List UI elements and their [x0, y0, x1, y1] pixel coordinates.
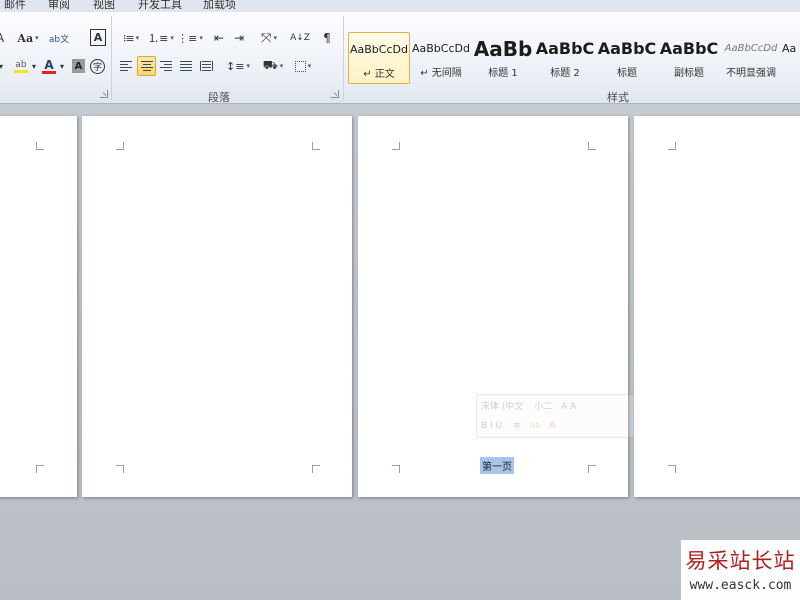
mini-center-icon[interactable]: ≡	[513, 421, 521, 431]
chinese-layout-icon: ⤧	[261, 30, 272, 46]
justify-button[interactable]	[178, 56, 194, 76]
highlight-color-swatch	[14, 69, 28, 73]
decrease-indent-button[interactable]: ⇤	[210, 28, 228, 48]
shading-button[interactable]: ⛟ ▾	[260, 56, 286, 76]
justify-icon	[180, 61, 192, 71]
character-border-button[interactable]: A	[90, 29, 106, 46]
show-formatting-marks-button[interactable]: ¶	[318, 28, 336, 48]
mini-font-name[interactable]: 宋体 (中文	[481, 402, 523, 412]
bullet-list-icon: ⁝≡	[122, 31, 135, 45]
tab-add-ins[interactable]: 加载项	[203, 0, 236, 12]
font-color-icon: A	[44, 57, 54, 72]
character-shading-button[interactable]: A	[72, 59, 85, 73]
tab-view[interactable]: 视图	[93, 0, 115, 12]
style-title[interactable]: AaBbC 标题	[596, 32, 658, 84]
corner-mark	[392, 465, 400, 473]
mini-format-buttons[interactable]: B I U	[481, 421, 502, 431]
multilevel-list-icon: ⋮≡	[177, 31, 198, 45]
styles-group-label: 样式	[607, 91, 629, 104]
corner-mark	[588, 465, 596, 473]
tab-developer[interactable]: 开发工具	[138, 0, 182, 12]
mini-font-size[interactable]: 小二	[534, 402, 552, 412]
distributed-button[interactable]	[198, 56, 214, 76]
corner-mark	[392, 142, 400, 150]
style-more[interactable]: Aa	[782, 32, 800, 84]
corner-mark	[36, 465, 44, 473]
numbered-list-icon: ⒈≡	[148, 32, 169, 45]
phonetic-guide-button[interactable]: ab文	[48, 28, 70, 48]
font-dialog-launcher[interactable]	[100, 90, 108, 98]
document-page[interactable]	[0, 116, 77, 497]
increase-indent-icon: ⇥	[233, 31, 245, 45]
chevron-down-icon[interactable]: ▾	[0, 56, 6, 76]
mini-font-color-icon[interactable]: A	[550, 421, 556, 431]
corner-mark	[668, 142, 676, 150]
paint-bucket-icon: ⛟	[262, 58, 278, 72]
document-page[interactable]	[82, 116, 352, 497]
align-left-icon	[120, 61, 132, 71]
mini-highlighter-icon[interactable]: ab	[529, 421, 540, 431]
decrease-indent-icon: ⇤	[213, 31, 225, 45]
font-color-button[interactable]: A	[40, 56, 58, 76]
font-color-swatch	[42, 70, 56, 74]
ribbon-tab-bar: 邮件 审阅 视图 开发工具 加载项	[0, 0, 800, 12]
numbering-button[interactable]: ⒈≡ ▾	[148, 28, 174, 48]
corner-mark	[116, 465, 124, 473]
chinese-layout-button[interactable]: ⤧ ▾	[256, 28, 282, 48]
align-right-button[interactable]	[158, 56, 174, 76]
style-subtitle[interactable]: AaBbC 副标题	[658, 32, 720, 84]
style-normal[interactable]: AaBbCcDd ↵ 正文	[348, 32, 410, 84]
style-heading-2[interactable]: AaBbC 标题 2	[534, 32, 596, 84]
tab-mailings[interactable]: 邮件	[4, 0, 26, 12]
pilcrow-icon: ¶	[323, 31, 331, 45]
highlight-color-button[interactable]: ab	[10, 56, 32, 76]
style-heading-1[interactable]: AaBb 标题 1	[472, 32, 534, 84]
mini-grow-font-icon[interactable]: A A	[561, 402, 576, 412]
align-center-icon	[140, 61, 153, 71]
chevron-down-icon[interactable]: ▾	[58, 56, 66, 76]
corner-mark	[312, 142, 320, 150]
align-center-button[interactable]	[137, 56, 156, 76]
watermark-title: 易采站长站	[685, 549, 796, 573]
enclose-characters-button[interactable]: 字	[90, 59, 105, 74]
paragraph-dialog-launcher[interactable]	[331, 90, 339, 98]
chevron-down-icon: ▾	[35, 34, 39, 42]
selected-text[interactable]: 第一页	[480, 457, 514, 474]
corner-mark	[668, 465, 676, 473]
align-left-button[interactable]	[118, 56, 134, 76]
corner-mark	[116, 142, 124, 150]
style-subtle-emphasis[interactable]: AaBbCcDd 不明显强调	[720, 32, 782, 84]
borders-button[interactable]: ▾	[290, 56, 316, 76]
tab-review[interactable]: 审阅	[48, 0, 70, 12]
document-page[interactable]: 宋体 (中文 小二 A A B I U ≡ ab A 第一页	[358, 116, 652, 497]
multilevel-list-button[interactable]: ⋮≡ ▾	[177, 28, 203, 48]
ribbon: A Aa▾ ab文 A ▾ ab ▾ A ▾ A 字 ⁝≡▾ ⒈≡▾ ⋮≡▾ ⇤…	[0, 12, 800, 104]
corner-mark	[588, 142, 596, 150]
grow-font-button[interactable]: A	[0, 28, 6, 48]
style-no-spacing[interactable]: AaBbCcDd ↵ 无间隔	[410, 32, 472, 84]
bullets-button[interactable]: ⁝≡ ▾	[118, 28, 144, 48]
distributed-icon	[199, 61, 213, 71]
chevron-down-icon[interactable]: ▾	[30, 56, 38, 76]
sort-button[interactable]: A↓Z	[290, 28, 310, 48]
increase-indent-button[interactable]: ⇥	[230, 28, 248, 48]
paragraph-group-label: 段落	[208, 91, 230, 104]
sort-icon: A↓Z	[290, 32, 310, 43]
watermark-url: www.easck.com	[689, 578, 792, 593]
line-spacing-icon: ↕≡	[226, 59, 245, 73]
document-canvas[interactable]: 宋体 (中文 小二 A A B I U ≡ ab A 第一页	[0, 104, 800, 600]
align-right-icon	[160, 61, 172, 71]
mini-toolbar[interactable]: 宋体 (中文 小二 A A B I U ≡ ab A	[476, 394, 652, 438]
highlighter-icon: ab	[15, 59, 27, 70]
change-case-button[interactable]: Aa ▾	[16, 28, 40, 48]
group-separator	[111, 16, 112, 100]
site-watermark: 易采站长站 www.easck.com	[681, 540, 800, 600]
corner-mark	[36, 142, 44, 150]
document-page[interactable]	[634, 116, 800, 497]
border-icon	[294, 60, 306, 72]
corner-mark	[312, 465, 320, 473]
group-separator	[343, 16, 344, 100]
styles-gallery: AaBbCcDd ↵ 正文 AaBbCcDd ↵ 无间隔 AaBb 标题 1 A…	[346, 32, 800, 84]
line-spacing-button[interactable]: ↕≡ ▾	[226, 56, 250, 76]
